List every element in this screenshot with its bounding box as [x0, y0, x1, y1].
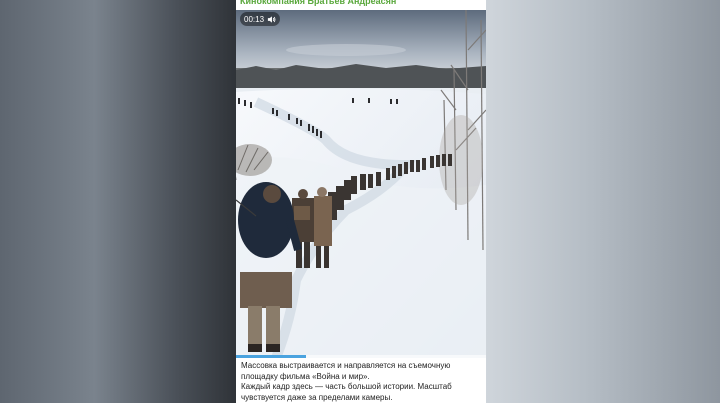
caption-line-2: Каждый кадр здесь — часть большой истори… [241, 382, 452, 402]
video-timestamp-badge[interactable]: 00:13 [240, 12, 281, 26]
video-player[interactable]: 00:13 [236, 10, 486, 358]
caption-line-1: Массовка выстраивается и направляется на… [241, 361, 451, 381]
channel-name[interactable]: Кинокомпания Братьев Андреасян [240, 0, 396, 8]
blurred-background-right [486, 0, 720, 403]
video-progress-bar[interactable] [236, 355, 486, 358]
video-timestamp: 00:13 [244, 14, 265, 24]
video-progress-fill [236, 355, 306, 358]
post-caption: Массовка выстраивается и направляется на… [241, 361, 481, 403]
video-frame [236, 10, 486, 358]
speaker-icon[interactable] [267, 15, 276, 24]
post-card: Кинокомпания Братьев Андреасян 00:13 Мас… [236, 0, 486, 403]
blurred-background-left [0, 0, 236, 403]
